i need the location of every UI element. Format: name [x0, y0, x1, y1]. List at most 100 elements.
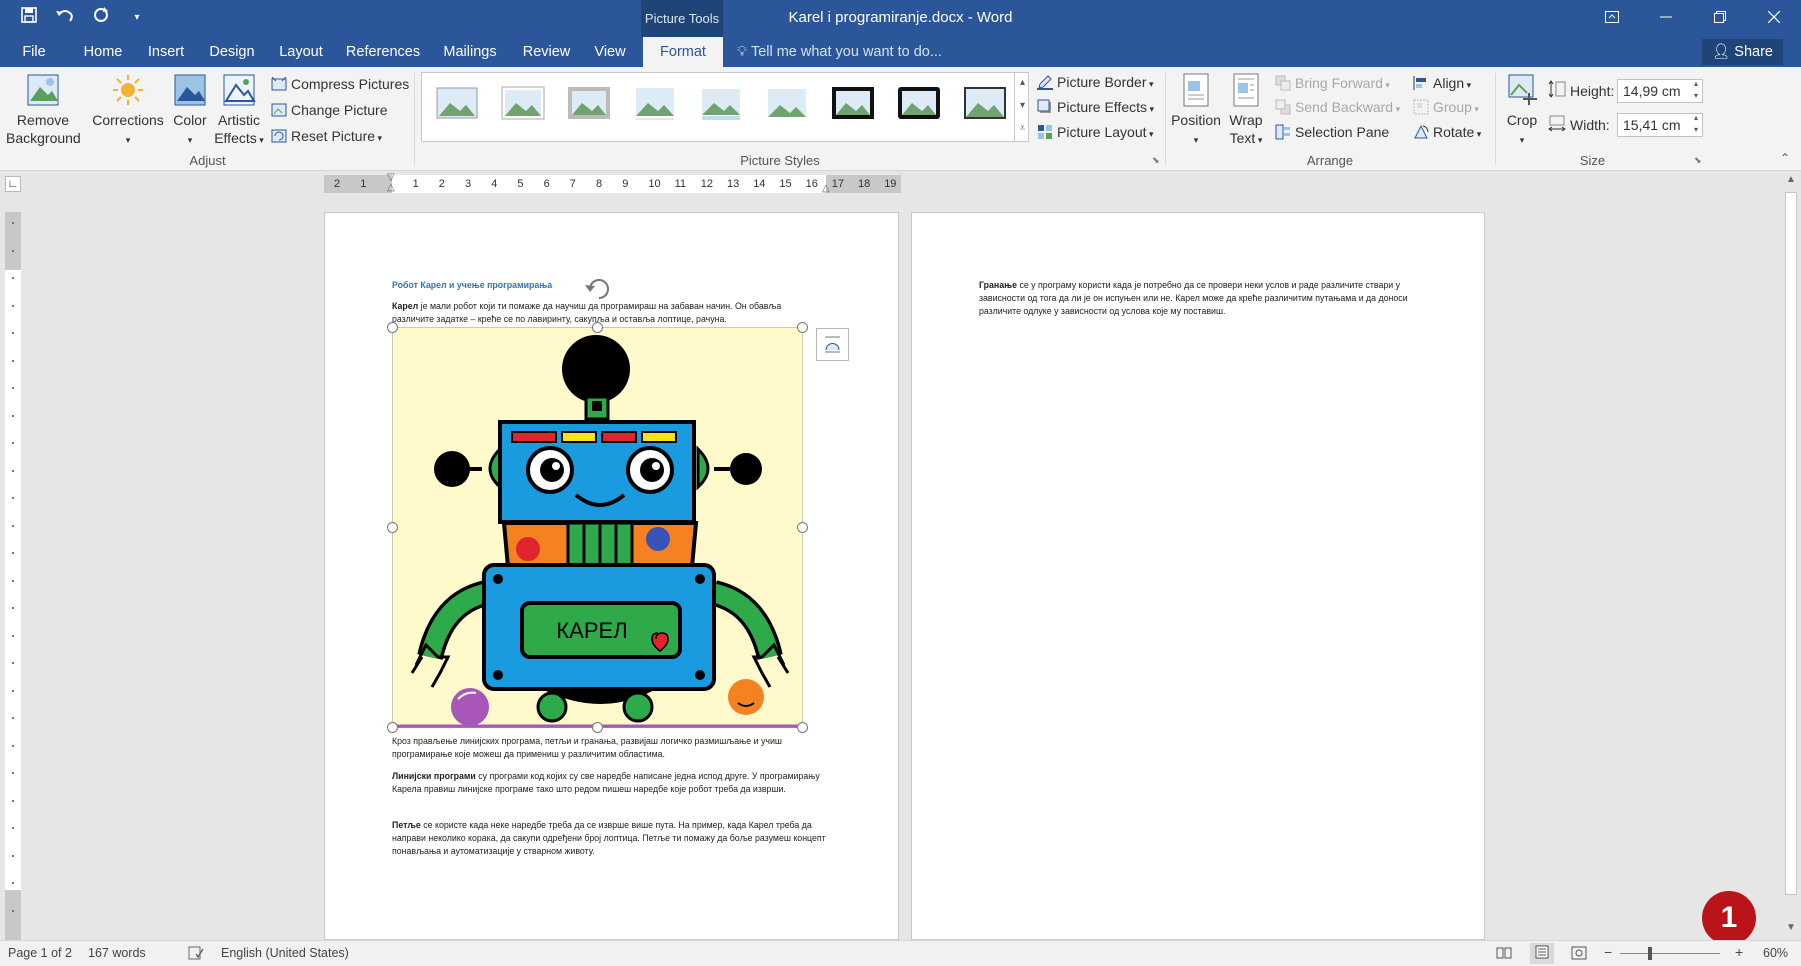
scroll-thumb[interactable] — [1785, 192, 1797, 895]
tab-design[interactable]: Design — [204, 37, 260, 67]
tab-view[interactable]: View — [588, 37, 632, 67]
print-layout-icon[interactable] — [1530, 943, 1554, 964]
paragraph-loops[interactable]: Петље се користе када неке наредбе треба… — [392, 819, 828, 858]
tell-me-search[interactable]: 💡︎ Tell me what you want to do... — [737, 37, 942, 68]
align-icon — [1413, 76, 1426, 90]
artistic-effects-button[interactable]: Artistic Effects ▾ — [214, 73, 264, 149]
tab-home[interactable]: Home — [78, 37, 128, 67]
picture-effects-button[interactable]: Picture Effects ▾ — [1037, 98, 1154, 118]
zoom-in-button[interactable]: + — [1735, 944, 1743, 960]
zoom-slider-thumb[interactable] — [1648, 947, 1652, 960]
tab-layout[interactable]: Layout — [273, 37, 329, 67]
right-indent-marker-icon[interactable]: △ — [822, 183, 830, 194]
bring-forward-button[interactable]: Bring Forward ▾ — [1275, 74, 1390, 94]
tab-file[interactable]: File — [12, 37, 56, 67]
rotate-handle-icon[interactable] — [584, 275, 614, 304]
layout-options-button[interactable] — [816, 328, 849, 361]
tab-mailings[interactable]: Mailings — [436, 37, 504, 67]
remove-background-button[interactable]: Remove Background — [6, 73, 81, 147]
tab-review[interactable]: Review — [518, 37, 575, 67]
picture-border-button[interactable]: Picture Border ▾ — [1037, 73, 1154, 93]
zoom-slider[interactable] — [1620, 953, 1720, 954]
dialog-launcher-icon[interactable]: ⬊ — [1152, 155, 1160, 166]
close-icon[interactable] — [1747, 0, 1801, 37]
reset-picture-button[interactable]: Reset Picture ▾ — [271, 127, 382, 147]
group-button[interactable]: Group ▾ — [1413, 98, 1479, 118]
corrections-button[interactable]: Corrections ▾ — [92, 73, 164, 149]
gallery-more-icon[interactable]: ⩡ — [1015, 118, 1030, 140]
proofing-icon[interactable] — [188, 946, 204, 963]
picture-style-4[interactable] — [632, 83, 678, 123]
tab-selector[interactable]: ∟ — [5, 176, 21, 192]
tab-format[interactable]: Format — [643, 37, 723, 67]
word-count[interactable]: 167 words — [88, 946, 146, 960]
wrap-text-icon — [1233, 73, 1259, 107]
language[interactable]: English (United States) — [221, 946, 349, 960]
picture-style-1[interactable] — [434, 83, 480, 123]
minimize-icon[interactable] — [1639, 0, 1693, 37]
width-field[interactable]: 15,41 cm ▴ ▾ — [1617, 113, 1703, 137]
gallery-down-icon[interactable]: ▾ — [1015, 95, 1030, 118]
picture-layout-button[interactable]: Picture Layout ▾ — [1037, 123, 1154, 143]
horizontal-ruler[interactable]: 2 1 1 2 3 4 5 6 7 8 9 10 11 12 13 14 15 16 17 18 19 ▽ △ △ — [324, 173, 901, 194]
align-button[interactable]: Align ▾ — [1413, 74, 1471, 94]
resize-handle-bottom-right[interactable] — [797, 722, 808, 733]
wrap-text-button[interactable]: Wrap Text ▾ — [1222, 73, 1270, 149]
rotate-button[interactable]: Rotate ▾ — [1413, 123, 1481, 143]
scroll-down-icon[interactable]: ▼ — [1786, 922, 1796, 933]
resize-handle-top[interactable] — [592, 322, 603, 333]
picture-effects-label: Picture Effects — [1057, 99, 1148, 115]
resize-handle-top-right[interactable] — [797, 322, 808, 333]
robot-picture[interactable]: КАРЕЛ — [392, 327, 803, 728]
send-backward-button[interactable]: Send Backward ▾ — [1275, 98, 1400, 118]
ruler-tick-label: 16 — [805, 178, 818, 190]
tab-references[interactable]: References — [343, 37, 423, 67]
paragraph-linear[interactable]: Линијски програми су програми код којих … — [392, 770, 822, 796]
compress-pictures-button[interactable]: Compress Pictures — [271, 75, 409, 93]
height-field[interactable]: 14,99 cm ▴ ▾ — [1617, 79, 1703, 103]
ribbon-display-options-icon[interactable] — [1585, 0, 1639, 37]
share-button[interactable]: 👤︎ Share — [1701, 39, 1783, 65]
indent-marker-icon[interactable]: ▽ △ — [387, 173, 395, 193]
zoom-level[interactable]: 60% — [1763, 946, 1788, 960]
arrange-group-label: Arrange — [1306, 153, 1354, 168]
gallery-scroll[interactable]: ▴ ▾ ⩡ — [1014, 72, 1030, 142]
picture-style-7[interactable] — [830, 83, 876, 123]
restore-icon[interactable] — [1693, 0, 1747, 37]
resize-handle-top-left[interactable] — [387, 322, 398, 333]
picture-layout-label: Picture Layout — [1057, 124, 1147, 140]
change-picture-button[interactable]: Change Picture — [271, 101, 388, 119]
document-heading[interactable]: Робот Карел и учење програмирања — [392, 279, 552, 292]
width-spinner-icon[interactable]: ▴ ▾ — [1694, 112, 1698, 136]
web-layout-icon[interactable] — [1571, 946, 1587, 963]
resize-handle-left[interactable] — [387, 522, 398, 533]
color-button[interactable]: Color ▾ — [168, 73, 212, 149]
picture-style-5[interactable] — [698, 83, 744, 123]
picture-style-9[interactable] — [962, 83, 1008, 123]
resize-handle-bottom-left[interactable] — [387, 722, 398, 733]
vertical-ruler[interactable] — [5, 212, 21, 940]
picture-style-8[interactable] — [896, 83, 942, 123]
picture-style-2[interactable] — [500, 83, 546, 123]
size-dialog-launcher-icon[interactable]: ⬊ — [1694, 155, 1702, 166]
selection-pane-button[interactable]: Selection Pane — [1275, 123, 1389, 141]
paragraph-branching[interactable]: Гранање се у програму користи када је по… — [979, 279, 1411, 318]
picture-style-6[interactable] — [764, 83, 810, 123]
gallery-up-icon[interactable]: ▴ — [1015, 72, 1030, 95]
vertical-scrollbar[interactable]: ▲ ▼ — [1781, 172, 1801, 940]
page-2[interactable] — [911, 212, 1485, 940]
height-spinner-icon[interactable]: ▴ ▾ — [1694, 78, 1698, 102]
scroll-up-icon[interactable]: ▲ — [1786, 174, 1796, 185]
position-button[interactable]: Position ▾ — [1168, 73, 1224, 149]
crop-button[interactable]: Crop ▾ — [1500, 73, 1544, 149]
resize-handle-bottom[interactable] — [592, 722, 603, 733]
picture-style-3[interactable] — [566, 83, 612, 123]
paragraph-programming[interactable]: Кроз прављење линијских програма, петљи … — [392, 735, 822, 761]
ruler-top-margin — [5, 212, 21, 270]
tab-insert[interactable]: Insert — [143, 37, 189, 67]
collapse-ribbon-icon[interactable]: ⌃ — [1780, 151, 1790, 165]
zoom-out-button[interactable]: − — [1604, 944, 1612, 960]
resize-handle-right[interactable] — [797, 522, 808, 533]
read-mode-icon[interactable] — [1496, 946, 1512, 963]
page-count[interactable]: Page 1 of 2 — [8, 946, 72, 960]
